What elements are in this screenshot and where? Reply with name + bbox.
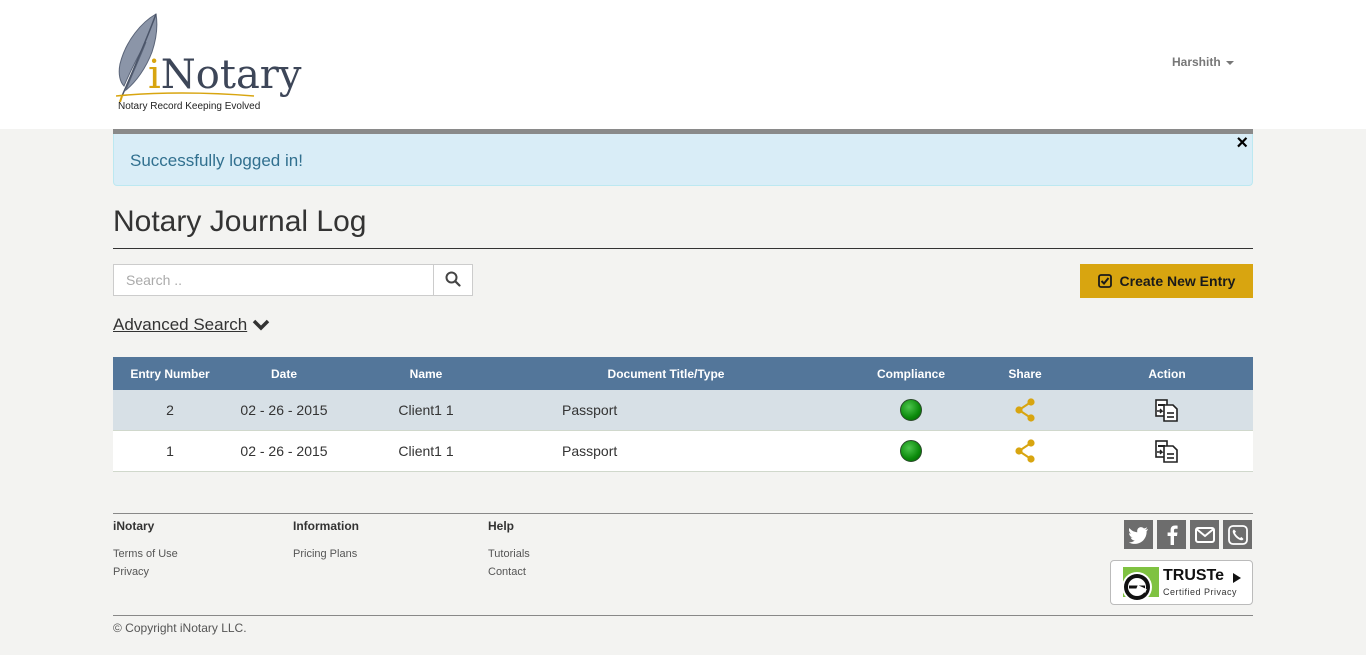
table-row[interactable]: 2 02 - 26 - 2015 Client1 1 Passport [113,390,1253,431]
site-header: iNotary Notary Record Keeping Evolved Ha… [0,0,1366,129]
col-action: Action [1148,366,1186,381]
caret-down-icon [1225,60,1234,65]
footer-link-tutorials[interactable]: Tutorials [488,548,530,560]
share-icon[interactable] [1014,439,1036,463]
compliance-cell [853,431,969,471]
phone-icon[interactable] [1223,520,1252,549]
col-document: Document Title/Type [607,366,725,381]
footer-link-terms[interactable]: Terms of Use [113,548,178,560]
chevron-down-icon [252,319,270,331]
create-new-entry-button[interactable]: Create New Entry [1080,264,1253,298]
document-action-icon[interactable] [1155,398,1179,422]
search-input[interactable] [113,264,434,296]
title-divider [113,248,1253,249]
entry-name: Client1 1 [398,402,454,418]
facebook-icon[interactable] [1157,520,1186,549]
truste-sublabel: Certified Privacy [1163,587,1238,597]
entry-name: Client1 1 [398,443,454,459]
col-share: Share [1008,366,1042,381]
twitter-icon[interactable] [1124,520,1153,549]
footer-bottom-divider [113,615,1253,616]
entry-date: 02 - 26 - 2015 [240,443,328,459]
search-icon [445,271,461,287]
truste-logo-icon [1122,567,1159,602]
table-row[interactable]: 1 02 - 26 - 2015 Client1 1 Passport [113,431,1253,472]
entry-document: Passport [562,443,618,459]
create-button-label: Create New Entry [1119,273,1236,289]
action-cell [1111,431,1223,471]
advanced-search-toggle[interactable]: Advanced Search [113,315,270,335]
alert-message: Successfully logged in! [130,151,303,170]
truste-badge[interactable]: TRUSTe Certified Privacy [1110,560,1253,605]
play-arrow-icon [1233,573,1241,583]
footer-heading-help: Help [488,519,515,533]
footer-heading-inotary: iNotary [113,519,155,533]
compliance-status-icon[interactable] [900,399,922,421]
search-group [113,264,473,296]
search-button[interactable] [433,264,473,296]
user-name: Harshith [1172,55,1221,69]
entry-number: 1 [166,443,174,459]
success-alert: Successfully logged in! × [113,133,1253,186]
close-icon[interactable]: × [1236,133,1248,153]
copyright-text: © Copyright iNotary LLC. [113,621,247,635]
entry-document: Passport [562,402,618,418]
footer-link-pricing[interactable]: Pricing Plans [293,548,357,560]
inotary-logo[interactable]: iNotary Notary Record Keeping Evolved [112,12,302,116]
compliance-status-icon[interactable] [900,440,922,462]
col-entry-number: Entry Number [130,366,210,381]
compliance-cell [853,390,969,430]
page-title: Notary Journal Log [113,205,367,238]
email-icon[interactable] [1190,520,1219,549]
col-compliance: Compliance [876,366,945,381]
footer-link-privacy[interactable]: Privacy [113,566,149,578]
footer-link-contact[interactable]: Contact [488,566,526,578]
logo-tagline: Notary Record Keeping Evolved [118,101,261,112]
truste-label: TRUSTe [1163,567,1225,584]
entry-date: 02 - 26 - 2015 [240,402,328,418]
col-name: Name [409,366,443,381]
check-square-icon [1097,274,1112,288]
user-menu-dropdown[interactable]: Harshith [1172,55,1234,69]
action-cell [1111,390,1223,430]
share-icon[interactable] [1014,398,1036,422]
table-header-row: Entry Number Date Name Document Title/Ty… [113,357,1253,390]
journal-table: Entry Number Date Name Document Title/Ty… [113,357,1253,472]
col-date: Date [270,366,297,381]
advanced-search-label: Advanced Search [113,315,248,334]
document-action-icon[interactable] [1155,439,1179,463]
share-cell [969,431,1081,471]
footer-top-divider [113,513,1253,514]
logo-underline [116,92,255,97]
footer-heading-information: Information [293,519,359,533]
entry-number: 2 [166,402,174,418]
share-cell [969,390,1081,430]
